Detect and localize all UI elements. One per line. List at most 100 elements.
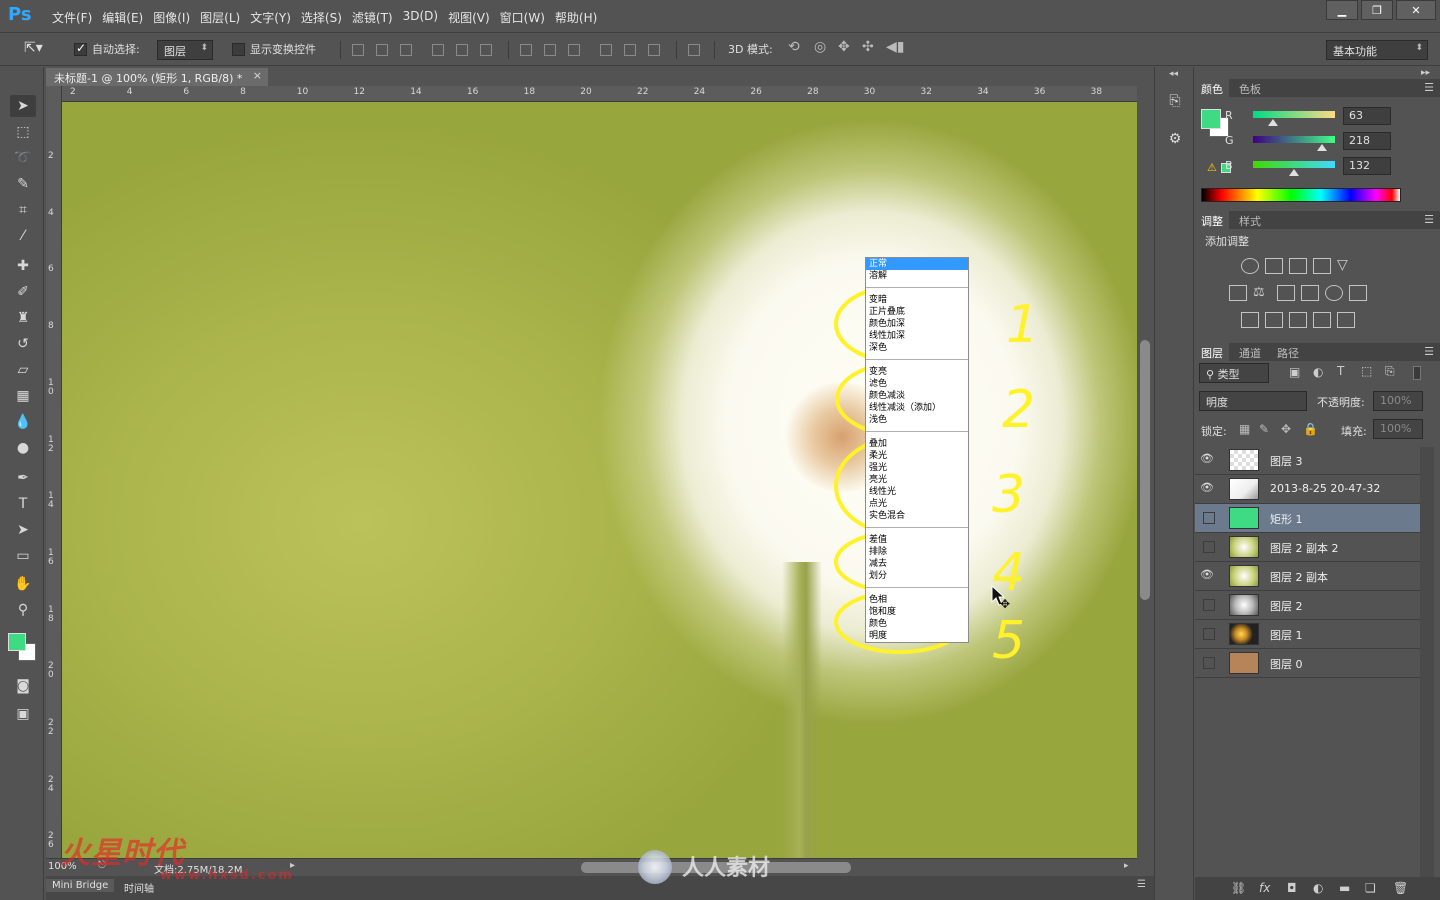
hand-tool-icon[interactable]: ✋ (10, 573, 36, 595)
b-value-field[interactable]: 132 (1343, 157, 1391, 175)
lasso-tool-icon[interactable]: ➰ (10, 147, 36, 169)
layers-panel-menu-icon[interactable]: ☰ (1424, 345, 1434, 358)
blend-mode-option[interactable]: 变亮 (866, 366, 968, 378)
black-white-icon[interactable] (1277, 285, 1295, 301)
quick-mask-icon[interactable]: ◙ (10, 675, 36, 697)
brightness-contrast-icon[interactable] (1241, 258, 1259, 274)
layer-row[interactable]: 图层 0 (1195, 649, 1420, 678)
blend-mode-option[interactable]: 强光 (866, 462, 968, 474)
distribute-top-icon[interactable] (520, 44, 532, 56)
lock-position-icon[interactable]: ✥ (1281, 422, 1291, 436)
menu-edit[interactable]: 编辑(E) (98, 8, 147, 27)
type-tool-icon[interactable]: T (10, 493, 36, 515)
eyedropper-tool-icon[interactable]: ⁄ (10, 225, 36, 247)
blend-mode-option[interactable]: 色相 (866, 594, 968, 606)
3d-scale-icon[interactable]: ◀▮ (886, 39, 904, 55)
filter-toggle[interactable] (1413, 366, 1421, 380)
threshold-icon[interactable] (1289, 312, 1307, 328)
distribute-vcenter-icon[interactable] (544, 44, 556, 56)
gradient-tool-icon[interactable]: ▦ (10, 385, 36, 407)
blend-mode-option[interactable]: 变暗 (866, 294, 968, 306)
eye-icon[interactable]: 👁 (1199, 568, 1215, 584)
align-hcenter-icon[interactable] (456, 44, 468, 56)
menu-filter[interactable]: 滤镜(T) (348, 8, 397, 27)
3d-roll-icon[interactable]: ◎ (814, 39, 826, 55)
history-panel-icon[interactable]: ⎘ (1165, 93, 1185, 113)
healing-brush-tool-icon[interactable]: ✚ (10, 255, 36, 277)
eye-icon[interactable]: 👁 (1199, 452, 1215, 468)
g-slider-track[interactable] (1253, 136, 1335, 143)
blend-mode-option[interactable]: 差值 (866, 534, 968, 546)
tab-swatches[interactable]: 色板 (1233, 81, 1267, 97)
menu-image[interactable]: 图像(I) (149, 8, 194, 27)
levels-icon[interactable] (1265, 258, 1283, 274)
tab-mini-bridge[interactable]: Mini Bridge (46, 879, 115, 892)
r-slider-track[interactable] (1253, 111, 1335, 118)
blend-mode-option[interactable]: 明度 (866, 630, 968, 642)
blend-mode-option[interactable]: 颜色减淡 (866, 390, 968, 402)
layers-scrollbar[interactable] (1420, 447, 1434, 877)
history-brush-tool-icon[interactable]: ↺ (10, 333, 36, 355)
g-value-field[interactable]: 218 (1343, 132, 1391, 150)
blend-mode-option[interactable]: 溶解 (866, 270, 968, 282)
menu-3d[interactable]: 3D(D) (399, 8, 442, 27)
blend-mode-option[interactable]: 叠加 (866, 438, 968, 450)
dock-collapse-icon[interactable]: ◂◂ (1169, 69, 1178, 79)
photo-filter-icon[interactable] (1301, 285, 1319, 301)
show-transform-checkbox[interactable] (232, 43, 245, 56)
color-lookup-icon[interactable] (1349, 285, 1367, 301)
vibrance-icon[interactable]: ▽ (1337, 258, 1355, 274)
minimize-button[interactable]: ▁ (1326, 0, 1358, 20)
channel-mixer-icon[interactable] (1325, 285, 1343, 301)
eye-icon[interactable]: 👁 (1199, 481, 1215, 497)
brush-tool-icon[interactable]: ✐ (10, 281, 36, 303)
align-vcenter-icon[interactable] (376, 44, 388, 56)
blend-mode-option[interactable]: 线性减淡（添加） (866, 402, 968, 414)
menu-type[interactable]: 文字(Y) (246, 8, 295, 27)
blend-mode-option[interactable]: 柔光 (866, 450, 968, 462)
rectangle-tool-icon[interactable]: ▭ (10, 545, 36, 567)
blend-mode-option[interactable]: 亮光 (866, 474, 968, 486)
blend-mode-option[interactable]: 线性光 (866, 486, 968, 498)
move-tool-icon[interactable]: ➤ (10, 95, 36, 117)
filter-adjustment-icon[interactable]: ◐ (1313, 365, 1323, 379)
menu-file[interactable]: 文件(F) (48, 8, 96, 27)
color-panel-menu-icon[interactable]: ☰ (1424, 81, 1434, 94)
menu-view[interactable]: 视图(V) (444, 8, 494, 27)
move-tool-preset-icon[interactable]: ⇱▾ (24, 40, 43, 56)
blend-mode-option[interactable]: 线性加深 (866, 330, 968, 342)
panels-collapse-icon[interactable]: ▸▸ (1421, 68, 1430, 78)
align-top-icon[interactable] (352, 44, 364, 56)
blend-mode-option[interactable]: 排除 (866, 546, 968, 558)
menu-select[interactable]: 选择(S) (297, 8, 346, 27)
tab-paths[interactable]: 路径 (1271, 345, 1305, 361)
distribute-bottom-icon[interactable] (568, 44, 580, 56)
vertical-scrollbar[interactable] (1138, 102, 1152, 858)
out-of-gamut-warning-icon[interactable]: ⚠ (1207, 161, 1217, 174)
blend-mode-dropdown[interactable]: 明度 (1199, 391, 1307, 411)
crop-tool-icon[interactable]: ⌗ (10, 199, 36, 221)
pen-tool-icon[interactable]: ✒ (10, 467, 36, 489)
new-adjustment-layer-icon[interactable]: ◐ (1313, 881, 1323, 895)
layer-row[interactable]: 👁 图层 3 (1195, 446, 1420, 475)
link-layers-icon[interactable]: ⛓ (1231, 881, 1246, 895)
blend-mode-option[interactable]: 滤色 (866, 378, 968, 390)
panel-menu-icon[interactable]: ☰ (1137, 879, 1146, 890)
close-button[interactable]: ✕ (1396, 0, 1436, 20)
blend-mode-option[interactable]: 深色 (866, 342, 968, 354)
3d-rotate-icon[interactable]: ⟲ (788, 39, 800, 55)
color-panel-foreground-swatch[interactable] (1201, 109, 1221, 129)
menu-layer[interactable]: 图层(L) (196, 8, 244, 27)
blend-mode-option[interactable]: 颜色加深 (866, 318, 968, 330)
visibility-toggle[interactable] (1203, 657, 1215, 669)
lock-image-icon[interactable]: ✎ (1259, 422, 1269, 436)
auto-select-target-dropdown[interactable]: 图层 (157, 40, 213, 60)
invert-icon[interactable] (1241, 312, 1259, 328)
layer-row[interactable]: 图层 2 (1195, 591, 1420, 620)
blend-mode-option[interactable]: 正片叠底 (866, 306, 968, 318)
close-tab-icon[interactable]: × (253, 69, 262, 82)
filter-smart-object-icon[interactable]: ⎘ (1385, 364, 1395, 379)
gradient-map-icon[interactable] (1337, 312, 1355, 328)
exposure-icon[interactable] (1313, 258, 1331, 274)
layer-row[interactable]: 👁 图层 2 副本 (1195, 562, 1420, 591)
